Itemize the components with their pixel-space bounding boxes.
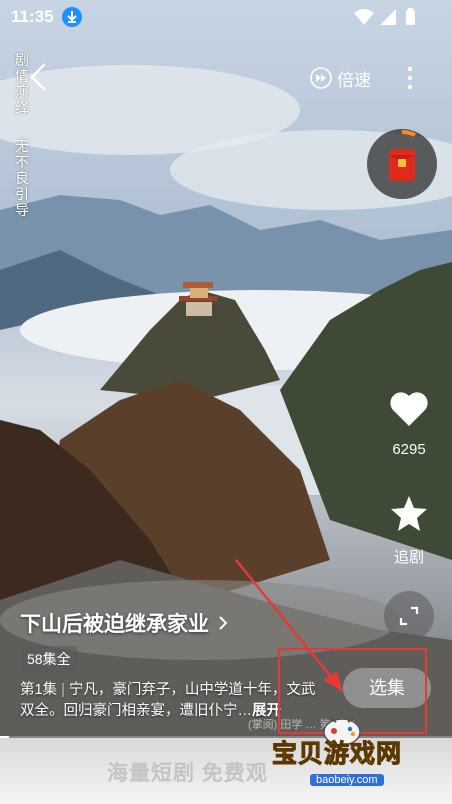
disclaimer-tag-1: 剧情演绎 [15,52,29,116]
fast-forward-icon [310,67,332,89]
wifi-icon [354,9,374,25]
select-episode-button[interactable]: 选集 [343,668,431,708]
follow-drama-label[interactable]: 追剧 [380,546,438,567]
episode-number: 第1集 [20,682,58,698]
star-follow-icon[interactable] [389,494,429,534]
video-player-screen: 11:35 剧情演绎 无不良引导 倍速 6295 追剧 下山后被迫继承家业 58… [0,0,452,804]
drama-title: 下山后被迫继承家业 [20,613,209,636]
drama-title-link[interactable]: 下山后被迫继承家业 [20,608,229,638]
status-bar: 11:35 [0,0,452,34]
site-name: 宝贝游戏网 [272,739,403,769]
playback-speed-button[interactable]: 倍速 [310,64,371,92]
red-envelope-icon [389,130,416,181]
episode-count-badge: 58集全 [21,646,77,672]
more-options-icon[interactable] [402,64,418,92]
battery-icon [406,10,415,25]
disclaimer-tag-2: 无不良引导 [15,138,29,218]
signal-icon [380,9,396,25]
chevron-right-icon [219,616,228,630]
site-domain: baobeiy.com [310,774,384,786]
red-envelope-reward-button[interactable] [367,129,437,199]
expand-icon [399,606,419,626]
heart-like-icon[interactable] [389,390,429,428]
banner-slogan: 海量短剧 免费观 [107,762,268,785]
status-time: 11:35 [11,7,54,26]
speed-label: 倍速 [337,70,371,90]
download-notification-icon [62,7,82,27]
fullscreen-button[interactable] [384,591,434,641]
site-logo: 宝贝游戏网 baobeiy.com [272,734,422,788]
status-icons [354,8,415,25]
like-count: 6295 [392,441,426,458]
